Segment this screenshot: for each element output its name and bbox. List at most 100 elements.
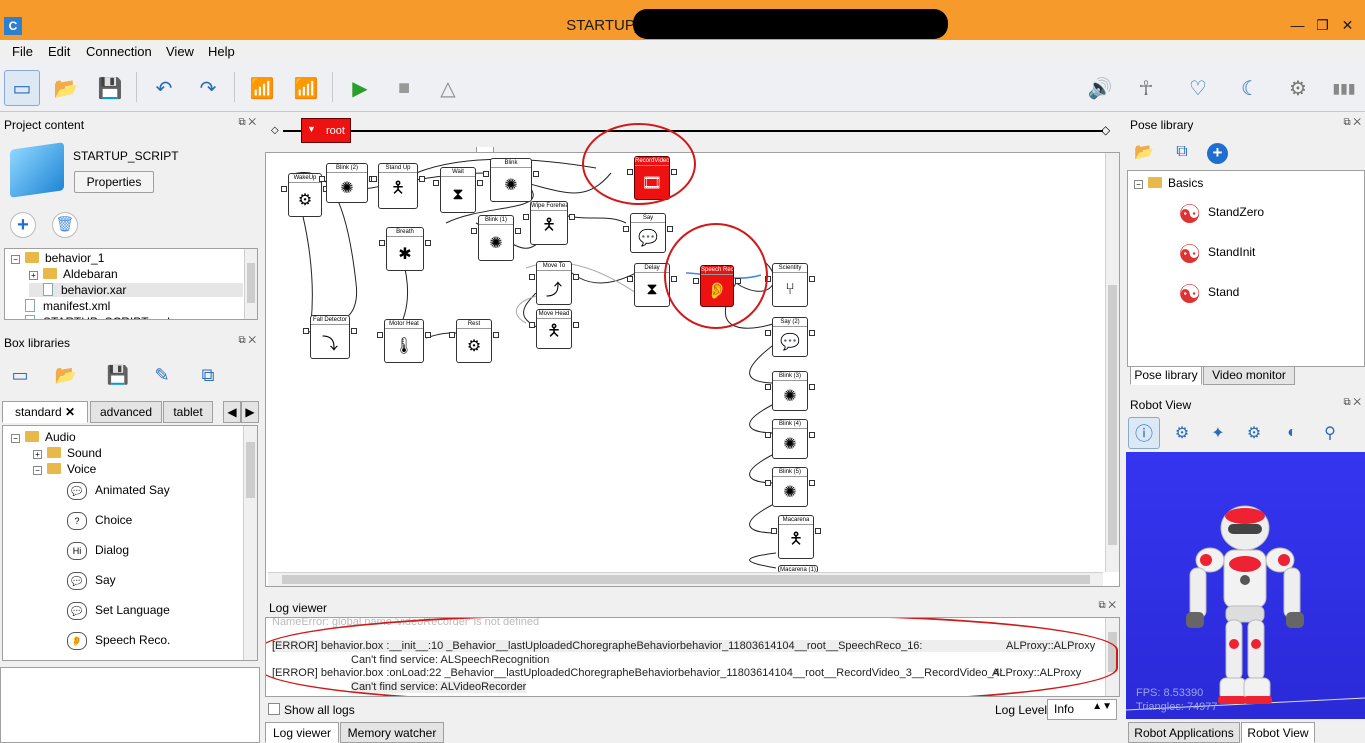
redo-icon[interactable]: ↷ xyxy=(190,70,226,106)
robot-view-zoom-icon[interactable]: ⚲ xyxy=(1314,417,1346,449)
library-box-item[interactable]: ? Choice xyxy=(55,512,132,530)
input-port[interactable] xyxy=(523,214,529,220)
library-folder-item[interactable]: + Sound xyxy=(33,446,102,460)
flow-diagram-canvas[interactable]: WakeUp ⚙ Blink (2) ✺ Stand Up 🯅 Wait ⧗ Blink ✺ Rec… xyxy=(265,123,1120,587)
new-library-icon[interactable]: ▭ xyxy=(4,359,36,391)
stop-icon[interactable]: ■ xyxy=(386,70,422,106)
behavior-box[interactable]: Blink (1) ✺ xyxy=(471,215,521,261)
output-port[interactable] xyxy=(515,228,521,234)
minimize-button[interactable]: — xyxy=(1285,17,1310,35)
tab-scroll-right[interactable]: ▶ xyxy=(241,401,259,423)
tab-robot-view[interactable]: Robot View xyxy=(1241,722,1315,743)
open-library-icon[interactable]: 📂 xyxy=(50,359,82,391)
project-tree-item[interactable]: − behavior_1 xyxy=(11,251,104,265)
close-button[interactable]: ✕ xyxy=(1335,17,1360,35)
input-port[interactable] xyxy=(449,332,455,338)
behavior-box[interactable]: Say 💬 xyxy=(623,213,673,253)
robot-3d-view[interactable]: FPS: 8.53390 Triangles: 74977 xyxy=(1126,452,1365,719)
tab-log-viewer[interactable]: Log viewer xyxy=(265,722,339,743)
add-pose-icon[interactable]: + xyxy=(1207,143,1228,164)
tab-scroll-left[interactable]: ◀ xyxy=(223,401,241,423)
behavior-box[interactable]: Scientity ⑂ xyxy=(765,263,815,307)
output-port[interactable] xyxy=(809,330,815,336)
tree-expander-icon[interactable]: + xyxy=(29,271,38,280)
library-windows-icon[interactable]: ⧉ xyxy=(192,359,224,391)
open-project-icon[interactable]: 📂 xyxy=(48,70,84,106)
behavior-box[interactable]: Blink (5) ✺ xyxy=(765,467,815,507)
add-icon[interactable]: + xyxy=(10,212,36,238)
input-port[interactable] xyxy=(319,176,325,182)
input-port[interactable] xyxy=(483,171,489,177)
trash-icon[interactable]: 🗑 xyxy=(52,212,78,238)
input-port[interactable] xyxy=(281,186,287,192)
robot-view-motion-icon[interactable]: ✦ xyxy=(1202,417,1234,449)
behavior-box[interactable]: Breath ✱ xyxy=(379,227,431,271)
behavior-box[interactable]: Motor Heat 🌡 xyxy=(377,319,431,363)
connect-icon[interactable]: 📶 xyxy=(244,70,280,106)
behavior-box[interactable]: Blink (2) ✺ xyxy=(319,163,375,203)
output-port[interactable] xyxy=(809,276,815,282)
behavior-box[interactable]: Blink ✺ xyxy=(483,158,539,202)
pose-group-basics[interactable]: − Basics xyxy=(1134,176,1203,190)
maximize-button[interactable]: ❐ xyxy=(1310,17,1335,35)
input-port[interactable] xyxy=(529,322,535,328)
robot-view-tool-icon[interactable]: ⚙ xyxy=(1166,417,1198,449)
diagram-vertical-scrollbar[interactable] xyxy=(1105,153,1119,572)
behavior-box[interactable]: Blink (3) ✺ xyxy=(765,371,815,411)
output-port[interactable] xyxy=(809,480,815,486)
project-tree-item[interactable]: behavior.xar xyxy=(29,283,243,297)
output-port[interactable] xyxy=(477,180,483,186)
menu-file[interactable]: File xyxy=(12,44,33,59)
input-port[interactable] xyxy=(379,240,385,246)
panel-float-close-icons[interactable]: ⧉ ✕ xyxy=(1343,117,1361,128)
tab-standard[interactable]: standard ✕ xyxy=(2,401,88,423)
tab-video-monitor[interactable]: Video monitor xyxy=(1203,366,1295,385)
library-box-item[interactable]: 💬 Animated Say xyxy=(55,482,170,500)
output-port[interactable] xyxy=(667,226,673,232)
output-port[interactable] xyxy=(425,332,431,338)
properties-button[interactable]: Properties xyxy=(74,171,154,193)
input-port[interactable] xyxy=(371,176,377,182)
log-level-select[interactable]: Info ▲▼ xyxy=(1047,699,1117,720)
behavior-box[interactable]: WakeUp ⚙ xyxy=(281,173,329,217)
play-icon[interactable]: ▶ xyxy=(342,70,378,106)
show-all-logs-checkbox[interactable] xyxy=(268,703,280,715)
input-port[interactable] xyxy=(765,480,771,486)
library-folder-item[interactable]: − Audio xyxy=(11,430,76,444)
output-port[interactable] xyxy=(809,384,815,390)
panel-float-close-icons[interactable]: ⧉ ✕ xyxy=(238,335,256,346)
save-library-icon[interactable]: 💾 xyxy=(102,359,134,391)
output-port[interactable] xyxy=(573,274,579,280)
output-port[interactable] xyxy=(815,528,821,534)
rest-icon[interactable]: ☾ xyxy=(1232,70,1268,106)
tree-expander-icon[interactable]: − xyxy=(11,434,20,443)
output-port[interactable] xyxy=(573,322,579,328)
input-port[interactable] xyxy=(623,226,629,232)
tab-pose-library[interactable]: Pose library xyxy=(1130,366,1202,385)
input-port[interactable] xyxy=(529,274,535,280)
input-port[interactable] xyxy=(765,432,771,438)
output-port[interactable] xyxy=(425,240,431,246)
open-pose-icon[interactable]: 📂 xyxy=(1130,138,1158,166)
input-port[interactable] xyxy=(765,330,771,336)
behavior-box[interactable]: Say (2) 💬 xyxy=(765,317,815,357)
robot-view-settings-icon[interactable]: ⚙ xyxy=(1238,417,1270,449)
tree-expander-icon[interactable]: − xyxy=(11,255,20,264)
project-tree-item[interactable]: manifest.xml xyxy=(11,299,110,313)
library-folder-item[interactable]: − Voice xyxy=(33,462,96,476)
edit-library-icon[interactable]: ✎ xyxy=(146,359,178,391)
behavior-box[interactable]: Blink (4) ✺ xyxy=(765,419,815,459)
input-port[interactable] xyxy=(471,228,477,234)
project-tree-item[interactable]: STARTUP_SCRIPT.pml xyxy=(11,315,170,319)
behavior-box[interactable]: Macarena 🯅 xyxy=(771,515,821,559)
library-tree-scrollbar[interactable] xyxy=(243,426,257,660)
save-project-icon[interactable]: 💾 xyxy=(92,70,128,106)
save-pose-icon[interactable]: ⧉ xyxy=(1168,138,1196,166)
output-port[interactable] xyxy=(493,332,499,338)
robot-view-gauge-icon[interactable]: ◐ xyxy=(1276,417,1308,449)
tree-expander-icon[interactable]: + xyxy=(33,450,42,459)
motion-icon[interactable]: ☥ xyxy=(1128,70,1164,106)
info-icon[interactable]: ⓘ xyxy=(1128,417,1160,449)
project-tree-scrollbar[interactable] xyxy=(244,249,257,319)
behavior-box[interactable]: Stand Up 🯅 xyxy=(371,163,425,209)
